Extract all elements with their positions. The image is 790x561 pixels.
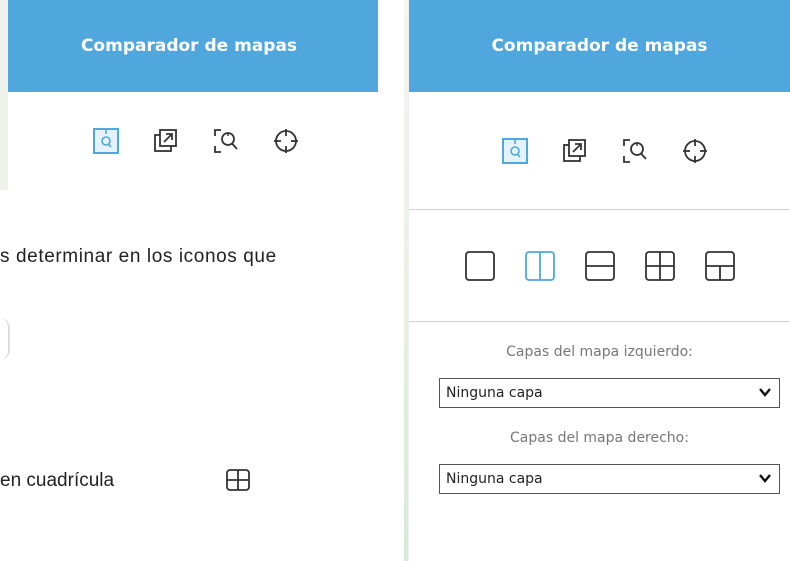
zoom-window-icon xyxy=(622,138,647,163)
zoom-window-button[interactable] xyxy=(209,124,243,158)
right-layers-label: Capas del mapa derecho: xyxy=(510,430,689,446)
right-layers-dropdown[interactable]: Ninguna capa xyxy=(439,464,780,494)
horizontal-split-icon xyxy=(584,250,615,281)
single-view-icon xyxy=(464,250,495,281)
left-map-background xyxy=(0,0,8,190)
zoom-extent-icon xyxy=(501,137,528,164)
open-external-icon xyxy=(154,129,177,152)
left-layers-label: Capas del mapa izquierdo: xyxy=(506,344,693,360)
zoom-window-icon xyxy=(214,129,238,153)
panel-title: Comparador de mapas xyxy=(409,0,790,92)
crosshair-icon xyxy=(274,129,298,153)
crosshair-button[interactable] xyxy=(269,124,303,158)
tool-row xyxy=(409,92,790,210)
left-map-comparator-panel: Comparador de mapas xyxy=(0,0,378,190)
open-external-button[interactable] xyxy=(558,134,592,168)
left-layers-dropdown[interactable]: Ninguna capa xyxy=(439,378,780,408)
tool-row xyxy=(0,92,378,190)
layout-selector xyxy=(409,210,790,322)
left-layers-value: Ninguna capa xyxy=(446,385,543,401)
panel-title: Comparador de mapas xyxy=(0,0,378,92)
crosshair-icon xyxy=(682,138,707,163)
vertical-split-icon xyxy=(524,250,555,281)
single-view-button[interactable] xyxy=(463,249,497,283)
decorative-bracket xyxy=(0,318,10,360)
zoom-window-button[interactable] xyxy=(618,134,652,168)
horizontal-split-button[interactable] xyxy=(583,249,617,283)
grid-four-icon xyxy=(226,469,250,491)
left-layers-select[interactable]: Ninguna capa xyxy=(439,378,780,408)
zoom-extent-button[interactable] xyxy=(89,124,123,158)
right-layers-select[interactable]: Ninguna capa xyxy=(439,464,780,494)
grid-four-icon xyxy=(644,250,675,281)
open-external-icon xyxy=(562,138,586,162)
zoom-extent-button[interactable] xyxy=(498,134,532,168)
instruction-text-line: s determinar en los iconos que xyxy=(0,246,277,267)
grid-four-button[interactable] xyxy=(643,249,677,283)
crosshair-button[interactable] xyxy=(678,134,712,168)
three-panel-icon xyxy=(704,250,735,281)
right-layers-value: Ninguna capa xyxy=(446,471,543,487)
grid-layout-text: en cuadrícula xyxy=(0,470,115,491)
three-panel-button[interactable] xyxy=(703,249,737,283)
open-external-button[interactable] xyxy=(149,124,183,158)
zoom-extent-icon xyxy=(93,128,119,154)
vertical-split-button[interactable] xyxy=(523,249,557,283)
right-map-comparator-panel: Comparador de mapas Capas del mapa izqui… xyxy=(408,0,790,561)
